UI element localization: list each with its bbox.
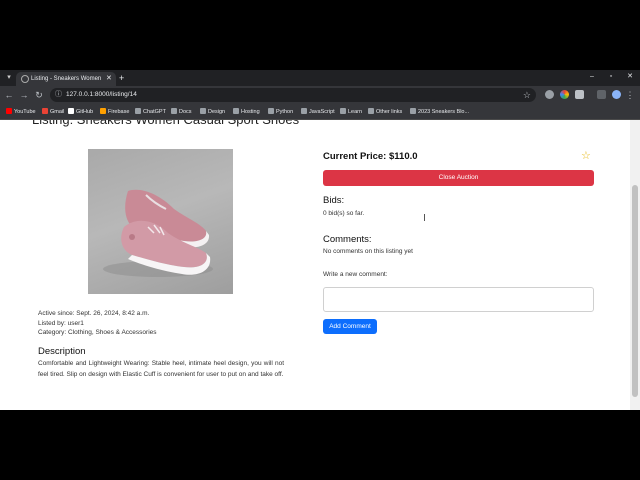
bookmark-label: ChatGPT: [143, 109, 166, 115]
extension-icon[interactable]: [545, 90, 554, 99]
bookmark-item[interactable]: Python: [268, 107, 293, 117]
bookmark-favicon-icon: [6, 108, 12, 114]
close-auction-button[interactable]: Close Auction: [323, 170, 594, 186]
new-tab-icon[interactable]: +: [119, 73, 124, 83]
comment-input[interactable]: [323, 287, 594, 312]
bids-heading: Bids:: [323, 195, 345, 206]
close-tab-icon[interactable]: ✕: [106, 74, 112, 84]
reload-icon[interactable]: ↻: [33, 89, 45, 101]
bookmark-favicon-icon: [68, 108, 74, 114]
folder-icon: [233, 108, 239, 114]
address-bar[interactable]: ⓘ 127.0.0.1:8000/listing/14 ☆: [50, 88, 536, 102]
bookmark-item[interactable]: Gmail: [42, 107, 64, 117]
bookmark-label: Design: [208, 109, 226, 115]
site-info-icon[interactable]: ⓘ: [55, 90, 62, 100]
bookmark-label: 2023 Sneakers Blo...: [418, 109, 470, 115]
active-since: Active since: Sept. 26, 2024, 8:42 a.m.: [38, 310, 150, 317]
active-tab[interactable]: Listing - Sneakers Women Casu ✕: [16, 72, 116, 86]
bookmark-item[interactable]: GitHub: [68, 107, 93, 117]
avatar[interactable]: [612, 90, 621, 99]
description-heading: Description: [38, 346, 86, 357]
folder-icon: [301, 108, 307, 114]
scrollbar[interactable]: [630, 120, 640, 410]
bookmark-item[interactable]: Learn: [340, 107, 362, 117]
tab-strip: ▾ Listing - Sneakers Women Casu ✕ + – ▫ …: [0, 70, 640, 86]
product-image: [88, 149, 233, 294]
tab-search-icon[interactable]: ▾: [4, 73, 14, 83]
bookmark-label: Firebase: [108, 109, 130, 115]
sidebar-icon[interactable]: [597, 90, 606, 99]
bookmark-item[interactable]: Hosting: [233, 107, 260, 117]
minimize-icon[interactable]: –: [586, 72, 598, 82]
bookmark-item[interactable]: Docs: [171, 107, 192, 117]
folder-icon: [200, 108, 206, 114]
folder-icon: [268, 108, 274, 114]
maximize-icon[interactable]: ▫: [605, 72, 617, 82]
back-icon[interactable]: ←: [3, 89, 15, 101]
toolbar: ← → ↻ ⓘ 127.0.0.1:8000/listing/14 ☆ ⋮: [0, 86, 640, 104]
forward-icon[interactable]: →: [18, 89, 30, 101]
sneakers-illustration: [103, 189, 213, 277]
bookmark-item[interactable]: Design: [200, 107, 225, 117]
folder-icon: [340, 108, 346, 114]
bookmark-label: Gmail: [50, 109, 65, 115]
bookmark-item[interactable]: 2023 Sneakers Blo...: [410, 107, 469, 117]
bookmark-label: Learn: [348, 109, 363, 115]
category: Category: Clothing, Shoes & Accessories: [38, 329, 157, 336]
folder-icon: [410, 108, 416, 114]
bookmark-label: Docs: [179, 109, 192, 115]
color-extension-icon[interactable]: [560, 90, 569, 99]
bookmark-label: JavaScript: [309, 109, 335, 115]
globe-icon: [21, 75, 29, 83]
bookmark-label: Other links: [376, 109, 403, 115]
bookmark-item[interactable]: Other links: [368, 107, 402, 117]
bookmark-label: YouTube: [14, 109, 36, 115]
page-content: Listing: Sneakers Women Casual Sport Sho…: [0, 120, 630, 410]
menu-icon[interactable]: ⋮: [624, 89, 636, 101]
bookmark-favicon-icon: [135, 108, 141, 114]
tab-title: Listing - Sneakers Women Casu: [31, 76, 103, 82]
screen: ▾ Listing - Sneakers Women Casu ✕ + – ▫ …: [0, 0, 640, 480]
bookmark-item[interactable]: ChatGPT: [135, 107, 166, 117]
bookmark-label: Python: [276, 109, 294, 115]
bookmark-item[interactable]: Firebase: [100, 107, 129, 117]
bookmark-label: Hosting: [241, 109, 260, 115]
folder-icon: [368, 108, 374, 114]
bookmark-star-icon[interactable]: ☆: [523, 89, 531, 101]
description-text: Comfortable and Lightweight Wearing: Sta…: [38, 360, 284, 378]
bookmark-item[interactable]: YouTube: [6, 107, 36, 117]
scrollbar-thumb[interactable]: [632, 185, 638, 397]
bookmark-item[interactable]: JavaScript: [301, 107, 335, 117]
mouse-cursor: [424, 214, 428, 221]
star-outline-icon[interactable]: ☆: [581, 150, 591, 162]
url-text: 127.0.0.1:8000/listing/14: [66, 91, 137, 98]
bookmarks-bar: YouTube Gmail GitHub Firebase ChatGPT Docs Des…: [0, 104, 640, 120]
browser-chrome: ▾ Listing - Sneakers Women Casu ✕ + – ▫ …: [0, 70, 640, 120]
bookmark-label: GitHub: [76, 109, 94, 115]
window-close-icon[interactable]: ✕: [624, 72, 636, 82]
add-comment-button[interactable]: Add Comment: [323, 319, 377, 334]
folder-icon: [171, 108, 177, 114]
current-price: Current Price: $110.0: [323, 151, 418, 162]
puzzle-icon[interactable]: [575, 90, 584, 99]
comments-heading: Comments:: [323, 234, 372, 245]
bookmark-favicon-icon: [42, 108, 48, 114]
bids-count: 0 bid(s) so far.: [323, 210, 365, 217]
bookmark-favicon-icon: [100, 108, 106, 114]
page-title: Listing: Sneakers Women Casual Sport Sho…: [32, 120, 299, 128]
no-comments-text: No comments on this listing yet: [323, 248, 413, 255]
new-comment-label: Write a new comment:: [323, 271, 388, 278]
